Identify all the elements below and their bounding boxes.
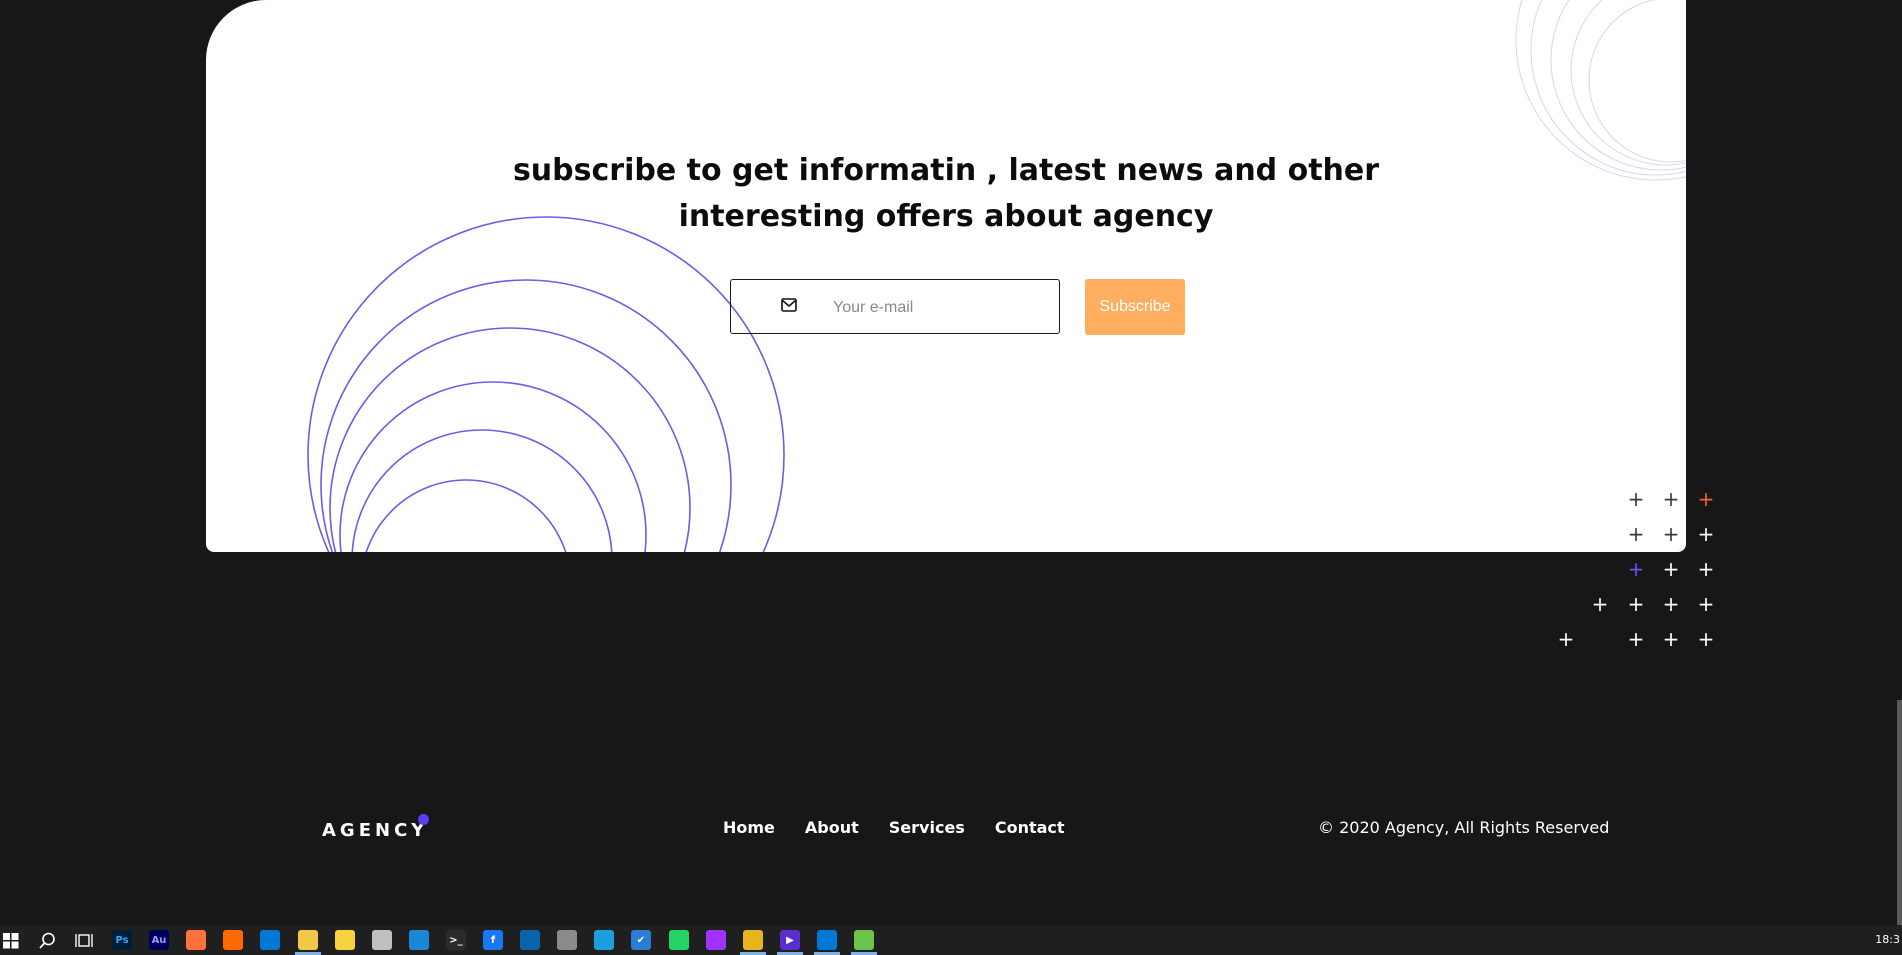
task-view-icon[interactable] [75, 932, 93, 949]
plus-icon: + [1662, 627, 1680, 651]
file-explorer-icon[interactable] [298, 930, 318, 950]
audition-icon[interactable]: Au [149, 930, 169, 950]
photoshop-icon[interactable]: Ps [112, 930, 132, 950]
plus-icon: + [1662, 487, 1680, 511]
blue-app-icon[interactable] [260, 930, 280, 950]
search-tool-icon[interactable] [223, 930, 243, 950]
heading-line-2: interesting offers about agency [678, 199, 1214, 234]
taskbar: Ps Au >_ f ✔ ▶ 18:3 [0, 925, 1902, 955]
windows-start-icon[interactable] [3, 933, 19, 949]
copyright-text: © 2020 Agency, All Rights Reserved [1318, 818, 1610, 837]
nav-link-contact[interactable]: Contact [995, 818, 1065, 837]
subscribe-button[interactable]: Subscribe [1085, 279, 1185, 335]
plus-icon: + [1591, 592, 1609, 616]
nav-link-services[interactable]: Services [889, 818, 965, 837]
plus-icon: + [1627, 557, 1645, 581]
subscribe-card: subscribe to get informatin , latest new… [206, 0, 1686, 552]
chrome-icon[interactable] [743, 930, 763, 950]
todo-icon[interactable]: ✔ [631, 930, 651, 950]
plus-icon: + [1697, 592, 1715, 616]
plus-icon: + [1697, 522, 1715, 546]
facebook-icon[interactable]: f [483, 930, 503, 950]
footer-logo[interactable]: AGENCY [322, 820, 428, 841]
clock-app-icon[interactable] [372, 930, 392, 950]
logo-dot [418, 814, 429, 825]
sticky-notes-icon[interactable] [335, 930, 355, 950]
plus-icon: + [1697, 627, 1715, 651]
firefox-icon[interactable] [186, 930, 206, 950]
envelope-icon [781, 298, 797, 312]
plus-icon: + [1627, 592, 1645, 616]
messenger-icon[interactable] [706, 930, 726, 950]
scrollbar-thumb[interactable] [1897, 700, 1902, 925]
taskbar-clock[interactable]: 18:3 [1875, 933, 1900, 946]
edge-icon[interactable] [594, 930, 614, 950]
page: subscribe to get informatin , latest new… [0, 0, 1902, 955]
plus-icon: + [1627, 627, 1645, 651]
footer-nav: Home About Services Contact [723, 818, 1095, 837]
outlook-icon[interactable] [520, 930, 540, 950]
media-player-icon[interactable]: ▶ [780, 930, 800, 950]
nav-link-home[interactable]: Home [723, 818, 775, 837]
plus-icon: + [1627, 522, 1645, 546]
photos-icon[interactable] [557, 930, 577, 950]
webstorm-icon[interactable] [409, 930, 429, 950]
terminal-icon[interactable]: >_ [446, 930, 466, 950]
vscode-icon[interactable] [817, 930, 837, 950]
subscribe-heading: subscribe to get informatin , latest new… [206, 148, 1686, 240]
search-icon[interactable] [39, 932, 56, 949]
plus-icon: + [1662, 522, 1680, 546]
plus-icon: + [1557, 627, 1575, 651]
whatsapp-icon[interactable] [669, 930, 689, 950]
plus-icon: + [1662, 592, 1680, 616]
plus-icon: + [1662, 557, 1680, 581]
clover-icon[interactable] [854, 930, 874, 950]
email-field-container [730, 279, 1060, 335]
plus-icon: + [1697, 557, 1715, 581]
heading-line-1: subscribe to get informatin , latest new… [512, 153, 1380, 188]
plus-icon: + [1627, 487, 1645, 511]
nav-link-about[interactable]: About [805, 818, 859, 837]
email-input[interactable] [831, 280, 1055, 335]
plus-icon: + [1697, 487, 1715, 511]
